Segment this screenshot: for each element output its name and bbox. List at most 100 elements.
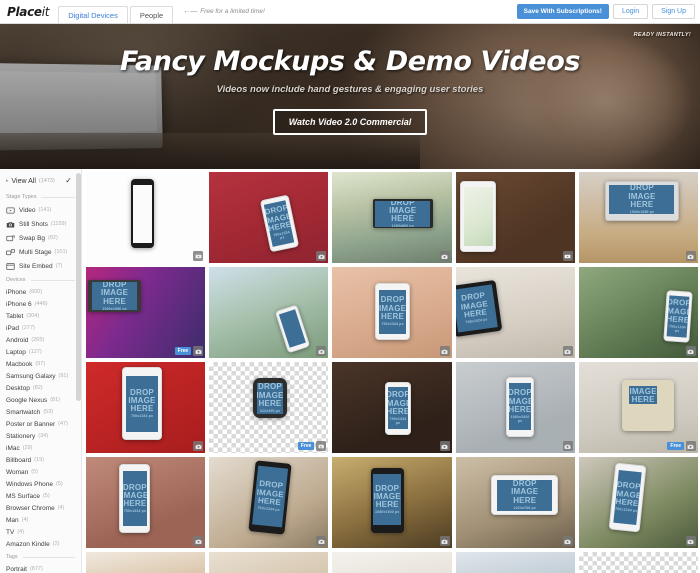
thumbnail-scene (86, 552, 206, 573)
thumbnail-scene: DROPIMAGEHERE750x1334 px (209, 172, 329, 263)
thumbnail-badges (316, 251, 327, 261)
sidebar-item-count: (19) (34, 457, 45, 463)
thumbnail-scene: DROP (209, 552, 329, 573)
sidebar-item-still-shots[interactable]: Still Shots (1159) (0, 217, 81, 231)
sidebar-item-google-nexus[interactable]: Google Nexus (81) (0, 394, 81, 406)
thumbnail-badges (193, 251, 204, 261)
sidebar-item-desktop[interactable]: Desktop (82) (0, 382, 81, 394)
sidebar-scrollbar-thumb[interactable] (76, 173, 81, 401)
sidebar-item-android[interactable]: Android (265) (0, 334, 81, 346)
mockup-thumbnail[interactable]: DROPIMAGEHERE1080x1920 px (455, 362, 575, 453)
brand-suffix: it (41, 4, 50, 19)
hero-banner: READY INSTANTLY! Fancy Mockups & Demo Vi… (0, 24, 700, 169)
mockup-thumbnail[interactable]: DROP IMAGE HERE 1920x1080 px Free (86, 267, 206, 358)
sidebar-item-iphone[interactable]: iPhone (600) (0, 286, 81, 298)
sidebar-item-smartwatch[interactable]: Smartwatch (53) (0, 406, 81, 418)
drop-image-here-text: HERE (630, 199, 654, 209)
login-button[interactable]: Login (612, 4, 649, 19)
device-screen-placeholder: DROPIMAGEHERE750x1334 px (264, 200, 295, 248)
sidebar-item-label: Multi Stage (19, 248, 52, 256)
screen-resolution-label: 312x390 px (259, 408, 281, 413)
sidebar-item-label: Tablet (6, 312, 24, 320)
sidebar-item-amazon-kindle[interactable]: Amazon Kindle (2) (0, 538, 81, 550)
tab-people[interactable]: People (129, 6, 174, 23)
mockup-thumbnail[interactable]: DROP IMAGE HERE 312x390 px Free (209, 362, 329, 453)
promo-note: ←— Free for a limited time! (175, 0, 265, 23)
sidebar-item-ipad[interactable]: iPad (277) (0, 322, 81, 334)
mockup-thumbnail[interactable]: DROP (209, 552, 329, 573)
sidebar-item-billboard[interactable]: Billboard (19) (0, 454, 81, 466)
mockup-thumbnail[interactable]: DROPIMAGEHERE750x1334 px (209, 457, 329, 548)
sidebar-item-count: (277) (22, 325, 35, 331)
mockup-thumbnail[interactable]: DROPIMAGEHERE750x1334 px (86, 362, 206, 453)
device-body: DROPIMAGEHERE750x1334 px (608, 462, 647, 534)
sidebar-item-label: Woman (6, 468, 29, 476)
mockup-thumbnail[interactable] (86, 172, 206, 263)
device-screen-placeholder: DROP IMAGE HERE 1920x1080 px (91, 282, 138, 310)
sidebar-item-swap-bg[interactable]: Swap Bg (82) (0, 231, 81, 245)
mockup-thumbnail[interactable]: DROPIMAGEHERE750x1334 px (332, 362, 452, 453)
mockup-thumbnail[interactable]: DROP IMAGE HERE 1920x1080 px (578, 172, 698, 263)
sidebar-item-windows-phone[interactable]: Windows Phone (5) (0, 478, 81, 490)
placeit-logo[interactable]: Place it (0, 0, 58, 23)
mockup-thumbnail[interactable]: DROPIMAGEHERE512x342 px Free (578, 362, 698, 453)
sidebar-group-header: Stage Types (0, 190, 81, 203)
sidebar-item-ms-surface[interactable]: MS Surface (5) (0, 490, 81, 502)
sidebar-item-samsung-galaxy[interactable]: Samsung Galaxy (91) (0, 370, 81, 382)
brand-name: Place (7, 4, 42, 19)
hero-content: Fancy Mockups & Demo Videos Videos now i… (0, 24, 700, 169)
mockup-thumbnail[interactable] (455, 172, 575, 263)
device-screen-placeholder: DROP IMAGE HERE 1024x768 px (496, 479, 553, 511)
device-screen-placeholder (278, 309, 306, 349)
sidebar-item-label: Laptop (6, 348, 26, 356)
sidebar-item-browser-chrome[interactable]: Browser Chrome (4) (0, 502, 81, 514)
sidebar-item-label: Google Nexus (6, 396, 48, 404)
save-with-subscriptions-button[interactable]: Save With Subscriptions! (516, 4, 609, 19)
sidebar-item-poster-or-banner[interactable]: Poster or Banner (47) (0, 418, 81, 430)
screen-resolution-label: 1920x1080 px (629, 209, 655, 214)
mockup-thumbnail[interactable]: DROPIMAGEHERE750x1334 px (578, 267, 698, 358)
sidebar-item-iphone-6[interactable]: iPhone 6 (446) (0, 298, 81, 310)
sidebar-item-site-embed[interactable]: Site Embed (7) (0, 259, 81, 273)
drop-image-here-text: HERE (123, 499, 147, 509)
sidebar-item-multi-stage[interactable]: Multi Stage (101) (0, 245, 81, 259)
mockup-thumbnail[interactable] (455, 552, 575, 573)
mockup-thumbnail[interactable]: DROPIMAGEHERE750x1334 px (332, 267, 452, 358)
sidebar-item-tablet[interactable]: Tablet (304) (0, 310, 81, 322)
device-body: DROPIMAGEHERE1080x1920 px (370, 467, 404, 534)
sidebar-item-count: (2) (52, 541, 60, 547)
sidebar-item-label: Amazon Kindle (6, 540, 50, 548)
sidebar-item-portrait[interactable]: Portrait (877) (0, 563, 81, 573)
sidebar-item-macbook[interactable]: Macbook (97) (0, 358, 81, 370)
signup-button[interactable]: Sign Up (652, 4, 695, 19)
sidebar-item-stationery[interactable]: Stationery (34) (0, 430, 81, 442)
device-body: DROPIMAGEHERE512x342 px (621, 380, 675, 432)
device-body: DROPIMAGEHERE750x1334 px (662, 289, 693, 343)
sidebar-item-imac[interactable]: iMac (29) (0, 442, 81, 454)
sidebar-item-view-all[interactable]: ▸ View All (1473) ✓ (0, 175, 81, 190)
watch-video-button[interactable]: Watch Video 2.0 Commercial (272, 109, 428, 135)
sidebar-group-title: Tags (6, 554, 18, 560)
sidebar-item-man[interactable]: Man (4) (0, 514, 81, 526)
mockup-thumbnail[interactable]: DROP IMAGE HERE 1024x768 px (455, 457, 575, 548)
mockup-thumbnail[interactable] (209, 267, 329, 358)
mockup-thumbnail[interactable]: DROPIMAGEHERE750x1334 px (578, 457, 698, 548)
sidebar-item-woman[interactable]: Woman (5) (0, 466, 81, 478)
mockup-thumbnail[interactable]: DROP IMAGE HERE 768x1024 px (455, 267, 575, 358)
camera-icon (439, 251, 450, 261)
thumbnail-scene: DROPIMAGEHERE750x1334 px (86, 457, 206, 548)
sidebar-item-video[interactable]: Video (141) (0, 203, 81, 217)
sidebar-item-count: (91) (58, 373, 69, 379)
sidebar-item-tv[interactable]: TV (4) (0, 526, 81, 538)
mockup-thumbnail[interactable]: DROPIMAGEHERE1080x1920 px (332, 457, 452, 548)
mockup-thumbnail[interactable] (86, 552, 206, 573)
mockup-thumbnail[interactable]: DROP IMAGE HERE 1280x800 px (332, 172, 452, 263)
mockup-thumbnail[interactable] (578, 552, 698, 573)
sidebar-item-laptop[interactable]: Laptop (127) (0, 346, 81, 358)
mockup-thumbnail[interactable] (332, 552, 452, 573)
tab-digital-devices[interactable]: Digital Devices (58, 6, 128, 23)
thumbnail-badges (562, 441, 573, 451)
video-icon (562, 251, 573, 261)
mockup-thumbnail[interactable]: DROPIMAGEHERE750x1334 px (86, 457, 206, 548)
mockup-thumbnail[interactable]: DROPIMAGEHERE750x1334 px (209, 172, 329, 263)
